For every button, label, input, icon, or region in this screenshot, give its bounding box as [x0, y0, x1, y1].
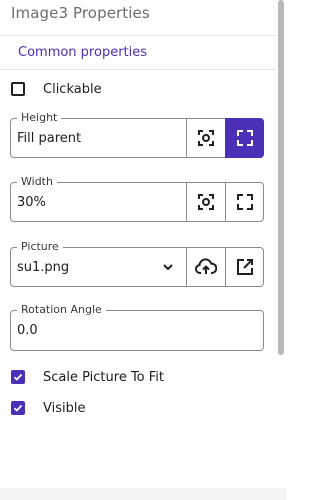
width-fill-parent-button[interactable]	[225, 182, 264, 222]
picture-field: Picture su1.png	[10, 240, 264, 287]
visible-checkbox-row[interactable]: Visible	[11, 398, 85, 418]
picture-legend: Picture	[17, 240, 63, 254]
rotation-angle-field[interactable]: Rotation Angle 0.0	[10, 303, 264, 351]
width-legend: Width	[17, 175, 57, 189]
scrollbar-track[interactable]	[276, 0, 286, 500]
clickable-checkbox[interactable]	[11, 82, 25, 96]
width-fit-content-button[interactable]	[186, 182, 225, 222]
fill-parent-icon	[237, 194, 253, 210]
properties-panel: Image3 Properties Common properties Clic…	[0, 0, 276, 500]
cloud-upload-icon	[195, 258, 217, 275]
fit-content-icon	[198, 130, 214, 146]
upload-picture-button[interactable]	[186, 247, 225, 287]
visible-label: Visible	[43, 400, 86, 416]
scrollbar-thumb[interactable]	[278, 0, 284, 355]
scale-picture-checkbox-row[interactable]: Scale Picture To Fit	[11, 367, 164, 387]
checkmark-icon	[13, 404, 23, 412]
width-value[interactable]: 30%	[17, 195, 46, 210]
width-field: Width 30%	[10, 175, 264, 222]
rotation-angle-value[interactable]: 0.0	[17, 323, 38, 338]
height-value[interactable]: Fill parent	[17, 131, 81, 146]
bottom-strip	[0, 488, 286, 500]
visible-checkbox[interactable]	[11, 401, 25, 415]
divider	[0, 35, 276, 36]
clickable-checkbox-row[interactable]: Clickable	[11, 79, 102, 99]
section-header-common[interactable]: Common properties	[18, 45, 147, 60]
fill-parent-icon	[237, 130, 253, 146]
panel-title: Image3 Properties	[11, 4, 150, 22]
checkmark-icon	[13, 373, 23, 381]
picture-value[interactable]: su1.png	[17, 260, 69, 275]
clickable-label: Clickable	[43, 81, 102, 97]
open-picture-button[interactable]	[225, 247, 264, 287]
height-field: Height Fill parent	[10, 111, 264, 158]
height-fill-parent-button[interactable]	[225, 118, 264, 158]
height-fit-content-button[interactable]	[186, 118, 225, 158]
rotation-angle-legend: Rotation Angle	[17, 303, 106, 317]
height-legend: Height	[17, 111, 62, 125]
chevron-down-icon[interactable]	[161, 260, 175, 274]
fit-content-icon	[198, 194, 214, 210]
divider	[0, 69, 276, 70]
scale-picture-label: Scale Picture To Fit	[43, 369, 165, 385]
scale-picture-checkbox[interactable]	[11, 370, 25, 384]
open-external-icon	[237, 259, 253, 275]
